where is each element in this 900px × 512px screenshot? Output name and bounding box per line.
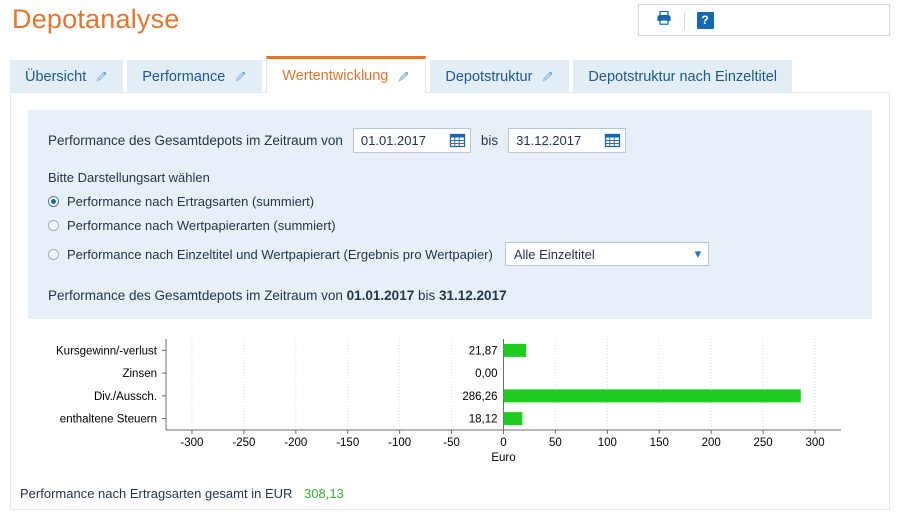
printer-icon (655, 9, 673, 32)
x-tick-label: -50 (443, 437, 460, 449)
bar (503, 389, 801, 403)
calendar-icon[interactable] (449, 132, 466, 149)
tab-wertentwicklung[interactable]: Wertentwicklung (266, 56, 427, 93)
total-label: Performance nach Ertragsarten gesamt in … (20, 486, 293, 501)
print-button[interactable] (653, 9, 675, 31)
x-tick-label: -100 (388, 437, 411, 449)
pencil-icon[interactable] (397, 70, 410, 83)
pencil-icon[interactable] (234, 70, 247, 83)
tab-label: Übersicht (25, 68, 87, 85)
display-mode-label: Bitte Darstellungsart wählen (48, 170, 210, 185)
chevron-down-icon[interactable]: ▾ (688, 246, 708, 262)
total-value: 308,13 (304, 486, 344, 501)
toolbar: ? (638, 4, 890, 36)
tab-label: Depotstruktur nach Einzeltitel (588, 68, 778, 85)
pencil-icon[interactable] (541, 70, 554, 83)
help-icon: ? (696, 11, 714, 29)
total-line: Performance nach Ertragsarten gesamt in … (20, 486, 344, 501)
summary-prefix: Performance des Gesamtdepots im Zeitraum… (48, 288, 343, 303)
tab-uebersicht[interactable]: Übersicht (10, 60, 124, 93)
radio-option-einzeltitel[interactable]: Performance nach Einzeltitel und Wertpap… (48, 242, 852, 266)
page-header: Depotanalyse ? (0, 0, 900, 56)
tab-label: Performance (142, 68, 226, 85)
date-to-field[interactable] (508, 128, 627, 153)
x-tick-label: 250 (754, 437, 773, 449)
pencil-icon[interactable] (95, 70, 108, 83)
tab-performance[interactable]: Performance (127, 60, 263, 93)
period-row: Performance des Gesamtdepots im Zeitraum… (48, 128, 852, 153)
period-label: Performance des Gesamtdepots im Zeitraum… (48, 133, 343, 148)
x-tick-label: 0 (500, 437, 506, 449)
page-title: Depotanalyse (12, 4, 180, 34)
category-label: Zinsen (122, 368, 157, 380)
calendar-icon[interactable] (604, 132, 621, 149)
radio-option-ertragsarten[interactable]: Performance nach Ertragsarten (summiert) (48, 194, 852, 209)
radio-label: Performance nach Wertpapierarten (summie… (67, 218, 336, 233)
date-from-field[interactable] (352, 128, 471, 153)
toolbar-divider (684, 11, 685, 29)
tab-depotstruktur[interactable]: Depotstruktur (430, 60, 570, 93)
value-label: 286,26 (462, 391, 497, 403)
summary-date-from: 01.01.2017 (346, 288, 415, 303)
tab-depotstruktur-nach-einzeltitel[interactable]: Depotstruktur nach Einzeltitel (573, 60, 793, 93)
x-tick-label: 50 (549, 437, 562, 449)
tab-label: Depotstruktur (445, 68, 533, 85)
category-label: Kursgewinn/-verlust (56, 345, 158, 357)
radio-option-wertpapierarten[interactable]: Performance nach Wertpapierarten (summie… (48, 218, 852, 233)
x-tick-label: 100 (598, 437, 617, 449)
summary-mid: bis (417, 288, 436, 303)
tab-label: Wertentwicklung (282, 68, 389, 84)
performance-bar-chart: Kursgewinn/-verlust 21,87 Zinsen 0,00 Div./A… (11, 333, 889, 473)
select-value: Alle Einzeltitel (513, 246, 595, 262)
value-label: 21,87 (469, 345, 498, 357)
tab-bar: Übersicht Performance Wertentwicklung De… (10, 56, 890, 93)
x-tick-label: 300 (805, 437, 824, 449)
einzeltitel-select[interactable]: Alle Einzeltitel ▾ (504, 242, 709, 266)
chart-svg: Kursgewinn/-verlust 21,87 Zinsen 0,00 Div./A… (56, 339, 841, 464)
radio-label: Performance nach Einzeltitel und Wertpap… (67, 246, 493, 262)
bar (503, 343, 527, 357)
date-from-input[interactable] (353, 133, 449, 148)
x-tick-label: -200 (284, 437, 307, 449)
period-summary: Performance des Gesamtdepots im Zeitraum… (48, 288, 852, 303)
x-tick-label: 200 (702, 437, 721, 449)
category-label: enthaltene Steuern (60, 414, 157, 426)
x-tick-label: -300 (180, 437, 203, 449)
between-label: bis (480, 133, 499, 148)
bar (503, 412, 523, 426)
radio-button[interactable] (48, 220, 59, 231)
radio-button[interactable] (48, 196, 59, 207)
date-to-input[interactable] (509, 133, 605, 148)
x-tick-label: -150 (336, 437, 359, 449)
content-panel: Performance des Gesamtdepots im Zeitraum… (10, 92, 890, 510)
radio-button[interactable] (48, 248, 59, 260)
x-axis-label: Euro (491, 452, 515, 464)
filter-form: Performance des Gesamtdepots im Zeitraum… (28, 110, 872, 319)
help-button[interactable]: ? (694, 9, 716, 31)
x-tick-label: 150 (650, 437, 669, 449)
value-label: 0,00 (475, 368, 497, 380)
radio-label: Performance nach Ertragsarten (summiert) (67, 194, 315, 209)
x-tick-label: -250 (232, 437, 255, 449)
summary-date-to: 31.12.2017 (439, 288, 507, 303)
category-label: Div./Aussch. (94, 391, 157, 403)
value-label: 18,12 (469, 414, 498, 426)
